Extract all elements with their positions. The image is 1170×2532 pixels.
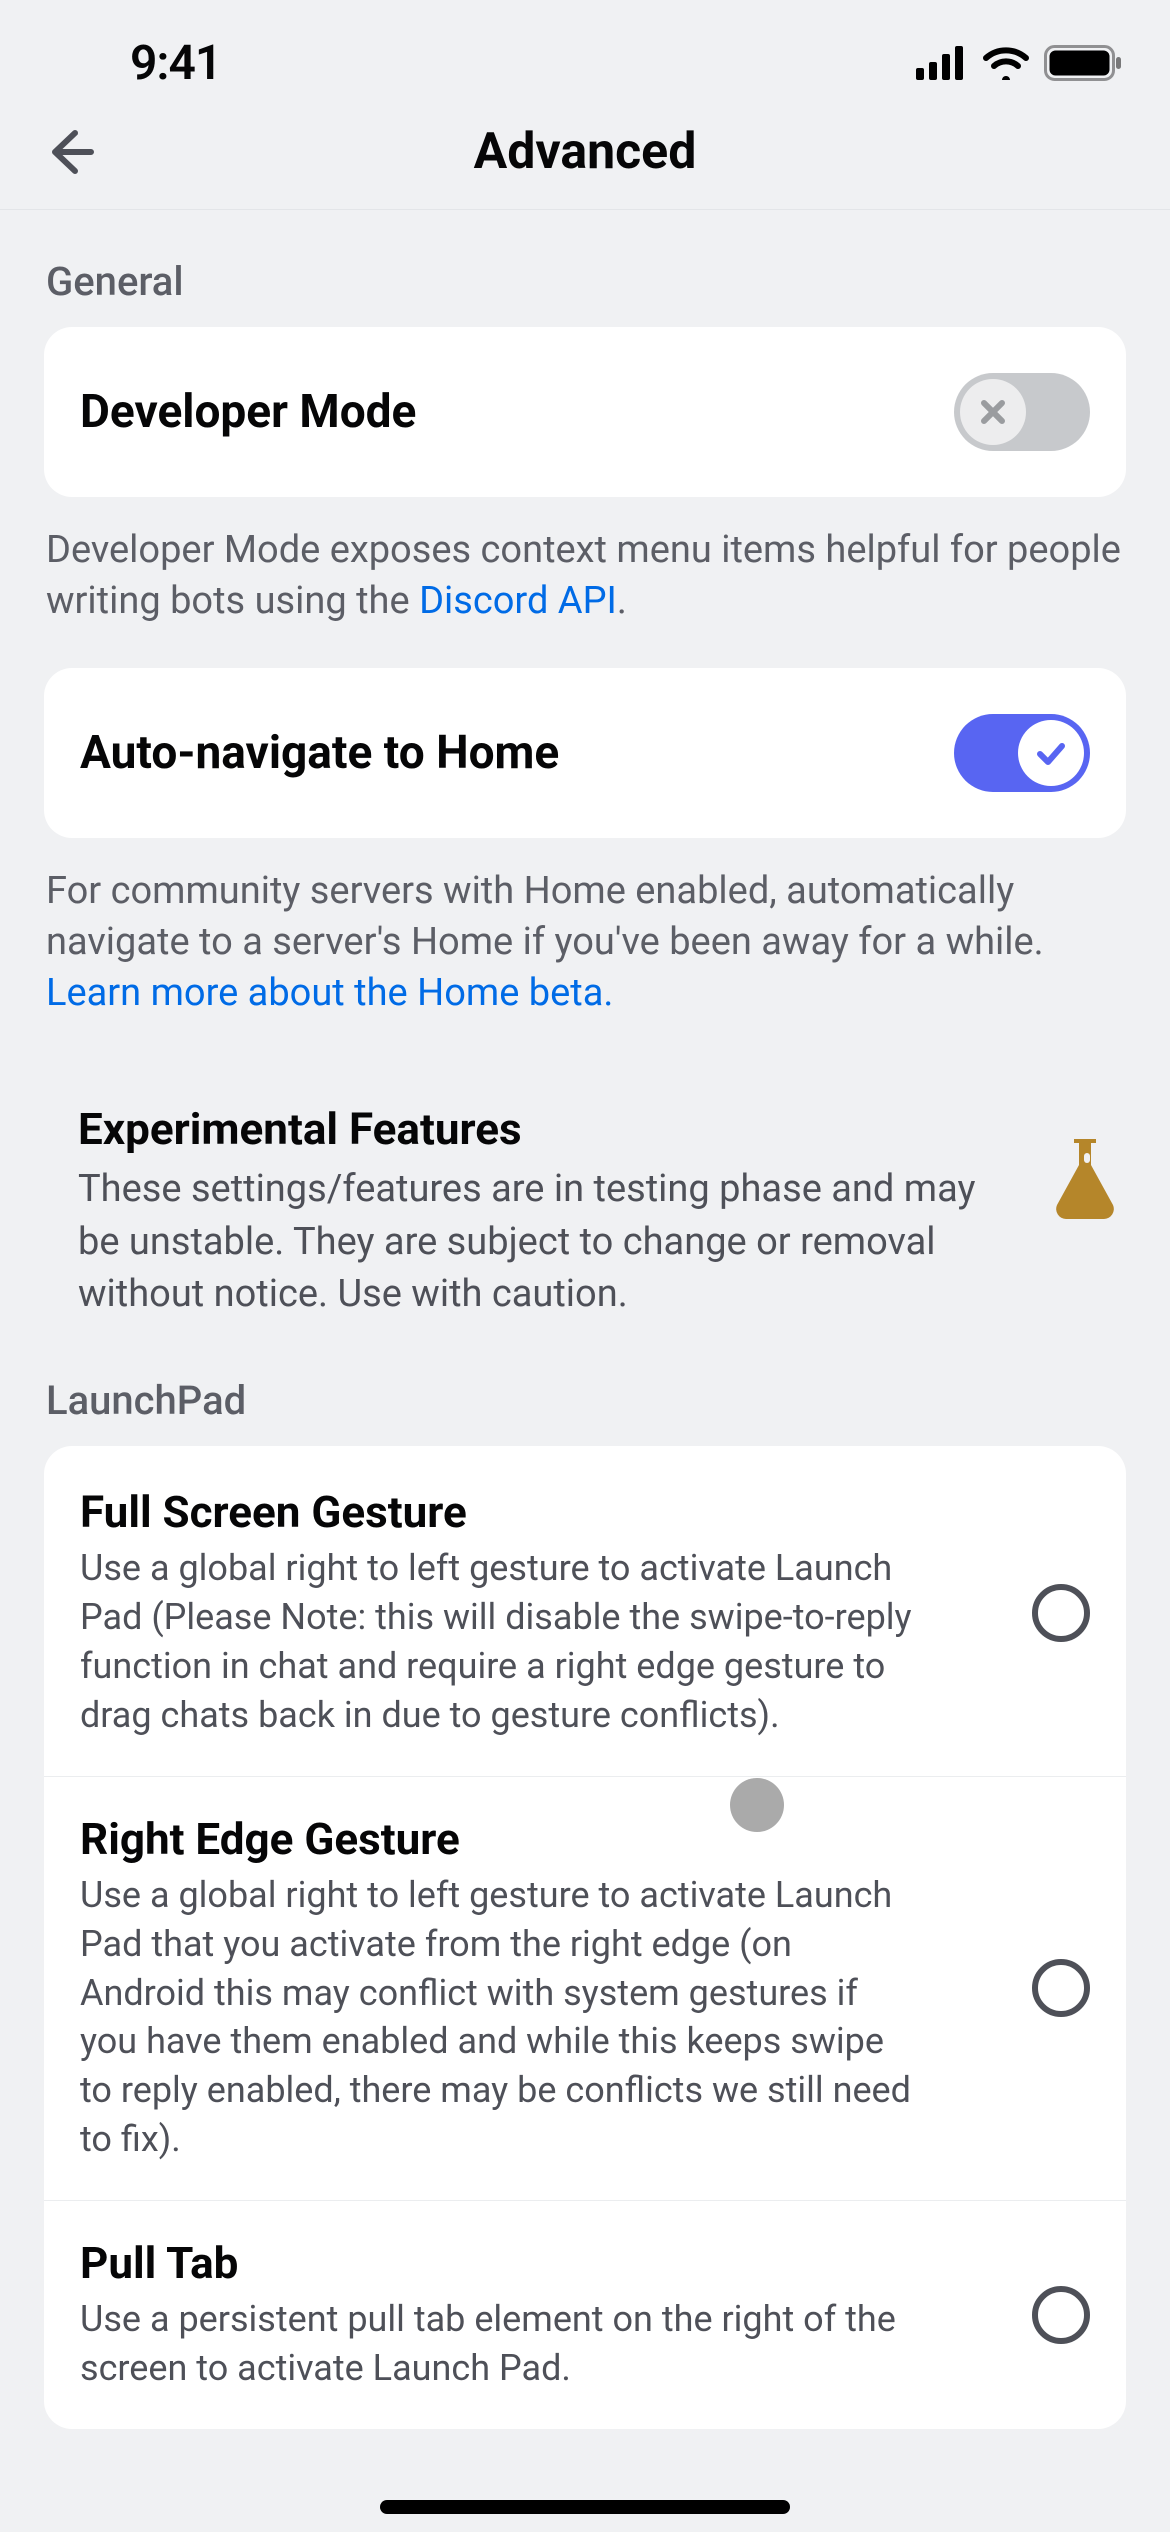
x-icon bbox=[978, 397, 1008, 427]
auto-home-title: Auto-navigate to Home bbox=[80, 726, 559, 780]
option-desc: Use a persistent pull tab element on the… bbox=[80, 2295, 920, 2393]
touch-indicator bbox=[730, 1778, 784, 1832]
developer-mode-helper: Developer Mode exposes context menu item… bbox=[0, 497, 1170, 628]
toggle-knob bbox=[1018, 720, 1084, 786]
launchpad-options: Full Screen Gesture Use a global right t… bbox=[44, 1446, 1126, 2429]
developer-mode-toggle[interactable] bbox=[954, 373, 1090, 451]
radio-pull-tab[interactable] bbox=[1032, 2286, 1090, 2344]
content: General Developer Mode Developer Mode ex… bbox=[0, 210, 1170, 2429]
arrow-left-icon bbox=[45, 125, 99, 179]
check-icon bbox=[1034, 736, 1068, 770]
radio-full-screen[interactable] bbox=[1032, 1584, 1090, 1642]
battery-icon bbox=[1044, 45, 1122, 81]
developer-mode-card: Developer Mode bbox=[44, 327, 1126, 497]
header: Advanced bbox=[0, 95, 1170, 210]
launchpad-option-right-edge[interactable]: Right Edge Gesture Use a global right to… bbox=[44, 1776, 1126, 2201]
cellular-icon bbox=[916, 46, 968, 80]
option-title: Full Screen Gesture bbox=[80, 1486, 992, 1538]
home-beta-link[interactable]: Learn more about the Home beta. bbox=[46, 971, 613, 1015]
back-button[interactable] bbox=[40, 120, 104, 184]
home-indicator bbox=[380, 2500, 790, 2514]
option-title: Pull Tab bbox=[80, 2237, 992, 2289]
option-title: Right Edge Gesture bbox=[80, 1813, 992, 1865]
option-desc: Use a global right to left gesture to ac… bbox=[80, 1544, 920, 1740]
page-title: Advanced bbox=[474, 123, 697, 181]
experimental-desc: These settings/features are in testing p… bbox=[78, 1163, 1018, 1320]
developer-mode-title: Developer Mode bbox=[80, 385, 416, 439]
developer-mode-row[interactable]: Developer Mode bbox=[44, 327, 1126, 497]
status-bar: 9:41 bbox=[0, 0, 1170, 95]
status-time: 9:41 bbox=[130, 34, 221, 91]
experimental-title: Experimental Features bbox=[78, 1103, 1018, 1155]
auto-home-toggle[interactable] bbox=[954, 714, 1090, 792]
option-desc: Use a global right to left gesture to ac… bbox=[80, 1871, 920, 2165]
section-label-general: General bbox=[0, 210, 1170, 327]
status-icons bbox=[916, 45, 1122, 81]
discord-api-link[interactable]: Discord API bbox=[419, 579, 617, 623]
experimental-banner: Experimental Features These settings/fea… bbox=[0, 1019, 1170, 1320]
section-label-launchpad: LaunchPad bbox=[0, 1321, 1170, 1446]
auto-home-card: Auto-navigate to Home bbox=[44, 668, 1126, 838]
radio-right-edge[interactable] bbox=[1032, 1959, 1090, 2017]
auto-home-helper: For community servers with Home enabled,… bbox=[0, 838, 1170, 1020]
flask-icon bbox=[1046, 1133, 1124, 1223]
wifi-icon bbox=[982, 46, 1030, 80]
auto-home-row[interactable]: Auto-navigate to Home bbox=[44, 668, 1126, 838]
launchpad-option-full-screen[interactable]: Full Screen Gesture Use a global right t… bbox=[44, 1446, 1126, 1776]
launchpad-option-pull-tab[interactable]: Pull Tab Use a persistent pull tab eleme… bbox=[44, 2200, 1126, 2429]
toggle-knob bbox=[960, 379, 1026, 445]
